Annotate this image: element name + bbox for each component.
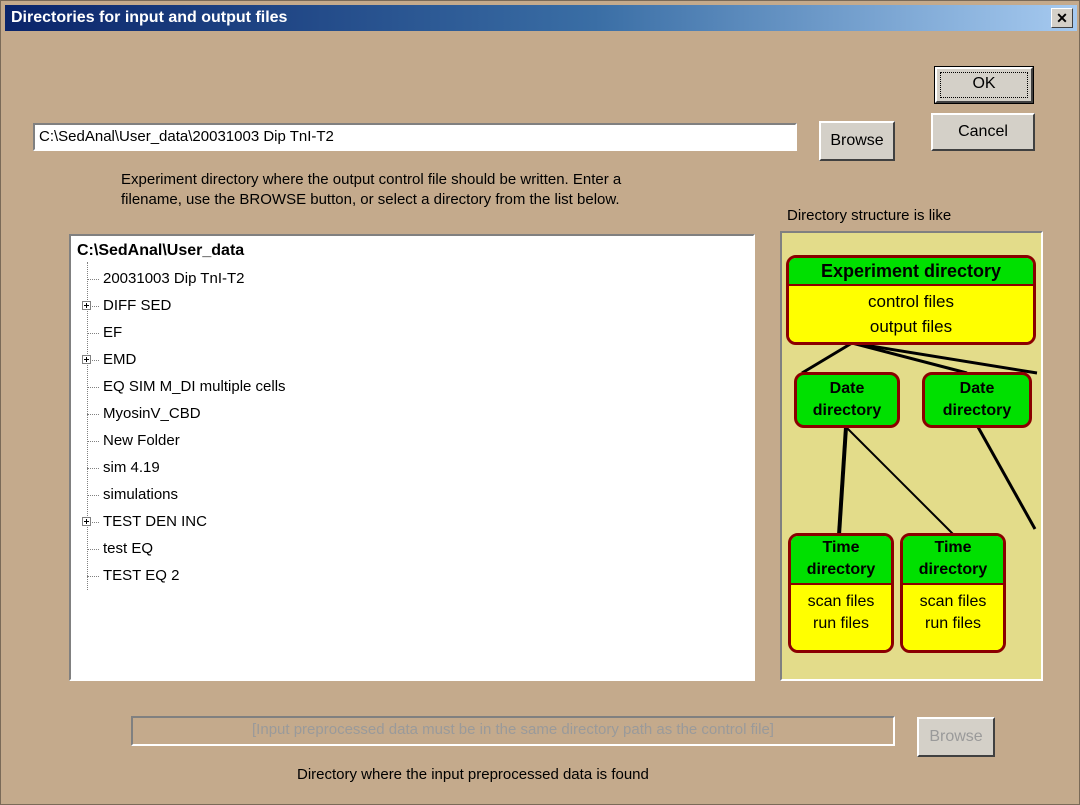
instruction-line-1: Experiment directory where the output co…: [121, 171, 622, 188]
tree-connector-line: [87, 468, 99, 469]
tree-connector-line: [87, 441, 99, 442]
browse-output-button-label: Browse: [830, 132, 884, 149]
time-directory-box: Time directory scan files run files: [788, 533, 894, 653]
ok-button[interactable]: OK: [934, 66, 1034, 104]
date-directory-box-2: Date directory: [922, 372, 1032, 428]
close-button[interactable]: ✕: [1051, 8, 1073, 28]
time-directory-2-line-2: directory: [918, 561, 988, 578]
tree-connector-line: [87, 549, 99, 550]
tree-root[interactable]: C:\SedAnal\User_data: [77, 242, 244, 260]
experiment-line-1: control files: [868, 292, 954, 311]
directory-tree[interactable]: C:\SedAnal\User_data 20031003 Dip TnI-T2…: [69, 234, 755, 681]
tree-item-label: EF: [103, 324, 123, 341]
date-directory-line-1: Date: [829, 380, 865, 397]
time-directory-line-1: Time: [822, 539, 860, 556]
tree-connector-line: [87, 333, 99, 334]
expand-plus-icon[interactable]: [82, 301, 91, 310]
experiment-directory-title: Experiment directory: [789, 258, 1033, 286]
tree-item-label: 20031003 Dip TnI-T2: [103, 270, 245, 287]
browse-input-button-label: Browse: [929, 728, 983, 745]
experiment-line-2: output files: [869, 317, 953, 336]
cancel-button-label: Cancel: [958, 123, 1008, 140]
instruction-line-2: filename, use the BROWSE button, or sele…: [121, 191, 620, 208]
window-title: Directories for input and output files: [11, 9, 288, 26]
tree-item-label: New Folder: [103, 432, 180, 449]
date-directory-line-2: directory: [812, 402, 882, 419]
time-2-run-files: run files: [924, 615, 982, 632]
date-directory-box: Date directory: [794, 372, 900, 428]
dialog-window: Directories for input and output files ✕…: [0, 0, 1080, 805]
close-icon: ✕: [1056, 10, 1068, 26]
tree-connector: [87, 262, 88, 590]
time-directory-line-2: directory: [806, 561, 876, 578]
title-bar[interactable]: Directories for input and output files ✕: [5, 5, 1077, 31]
tree-connector-line: [87, 387, 99, 388]
tree-item-label: test EQ: [103, 540, 154, 557]
browse-input-button: Browse: [917, 717, 995, 757]
tree-item-label: TEST EQ 2: [103, 567, 180, 584]
tree-item-label: DIFF SED: [103, 297, 172, 314]
experiment-directory-box: Experiment directory control files outpu…: [786, 255, 1036, 345]
tree-connector-line: [87, 576, 99, 577]
date-directory-2-line-1: Date: [959, 380, 995, 397]
tree-item-label: TEST DEN INC: [103, 513, 207, 530]
time-directory-2-line-1: Time: [934, 539, 972, 556]
time-2-scan-files: scan files: [919, 593, 987, 610]
time-scan-files: scan files: [807, 593, 875, 610]
tree-item-label: simulations: [103, 486, 179, 503]
cancel-button[interactable]: Cancel: [931, 113, 1035, 151]
tree-connector-line: [87, 414, 99, 415]
time-directory-box-2: Time directory scan files run files: [900, 533, 1006, 653]
expand-plus-icon[interactable]: [82, 355, 91, 364]
browse-output-button[interactable]: Browse: [819, 121, 895, 161]
diagram-caption: Directory structure is like: [787, 207, 952, 224]
tree-item-label: MyosinV_CBD: [103, 405, 201, 422]
expand-plus-icon[interactable]: [82, 517, 91, 526]
input-directory-caption: Directory where the input preprocessed d…: [297, 766, 649, 783]
tree-item-label: EQ SIM M_DI multiple cells: [103, 378, 286, 395]
input-directory-input: [Input preprocessed data must be in the …: [131, 716, 895, 746]
tree-connector-line: [87, 279, 99, 280]
time-run-files: run files: [812, 615, 870, 632]
output-directory-input[interactable]: C:\SedAnal\User_data\20031003 Dip TnI-T2: [33, 123, 797, 151]
tree-item-label: sim 4.19: [103, 459, 160, 476]
tree-connector-line: [87, 495, 99, 496]
focus-rect: [940, 72, 1028, 98]
directory-structure-diagram: Experiment directory control files outpu…: [780, 231, 1043, 681]
tree-item-label: EMD: [103, 351, 137, 368]
date-directory-2-line-2: directory: [942, 402, 1012, 419]
